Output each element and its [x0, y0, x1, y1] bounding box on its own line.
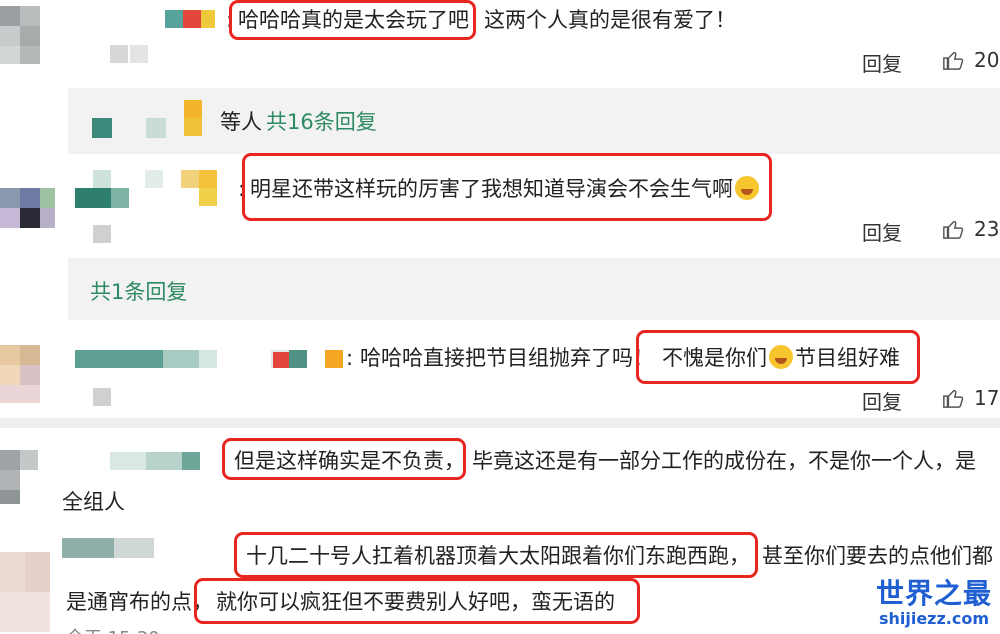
watermark-title: 世界之最: [875, 577, 992, 610]
avatar[interactable]: [0, 345, 40, 405]
reply-user-suffix: 等人: [220, 110, 262, 134]
comment-text: 哈哈哈直接把节目组抛弃了吗！: [360, 346, 654, 370]
reply-button[interactable]: 回复: [862, 217, 902, 246]
username-blurred[interactable]: [110, 452, 220, 472]
highlight-box: [242, 153, 772, 221]
comment-text-continued: 是通宵布的点，: [66, 590, 213, 614]
like-count: 23: [974, 217, 1000, 241]
comment-text-highlight: 但是这样确实是不负责，: [234, 449, 465, 473]
username-blurred[interactable]: [62, 538, 172, 560]
comment-text: 毕竟这还是有一部分工作的成份在，不是你一个人，是: [472, 449, 976, 473]
thumbs-up-icon[interactable]: [942, 49, 964, 71]
like-count: 17: [974, 386, 1000, 410]
reply-count-link[interactable]: 共16条回复: [266, 108, 377, 136]
thumbs-up-icon[interactable]: [942, 387, 964, 409]
watermark-url: shijiezz.com: [878, 609, 990, 628]
like-count: 20: [974, 48, 1000, 72]
divider: [0, 418, 1000, 428]
username-blurred[interactable]: [75, 350, 345, 406]
reply-thread-summary[interactable]: [68, 258, 1000, 320]
comment-text: 这两个人真的是很有爱了！: [484, 8, 736, 32]
reply-count-link[interactable]: 共1条回复: [90, 278, 187, 306]
reply-avatars-blurred: [92, 100, 232, 140]
colon: :: [346, 346, 354, 370]
reply-button[interactable]: 回复: [862, 48, 902, 77]
comment-text-highlight: 十几二十号人扛着机器顶着大太阳跟着你们东跑西跑，: [246, 544, 750, 568]
avatar[interactable]: [0, 0, 55, 70]
comment-text: 甚至你们要去的点他们都: [762, 544, 993, 568]
comment-text-highlight: 就你可以疯狂但不要费别人好吧，蛮无语的: [216, 590, 615, 614]
watermark-logo: 世界之最 shijiezz.com: [875, 577, 992, 628]
username-blurred[interactable]: [75, 170, 235, 245]
avatar[interactable]: [0, 188, 55, 248]
comment-text-continued: 全组人: [62, 490, 125, 514]
reply-button[interactable]: 回复: [862, 386, 902, 415]
timestamp: 今天 15:30: [66, 626, 160, 634]
avatar[interactable]: [0, 450, 40, 510]
thumbs-up-icon[interactable]: [942, 218, 964, 240]
highlight-box: [229, 0, 476, 40]
username-blurred[interactable]: [165, 10, 225, 28]
highlight-box: [636, 330, 920, 384]
avatar[interactable]: [0, 552, 50, 634]
user-meta-blurred: [110, 45, 150, 65]
